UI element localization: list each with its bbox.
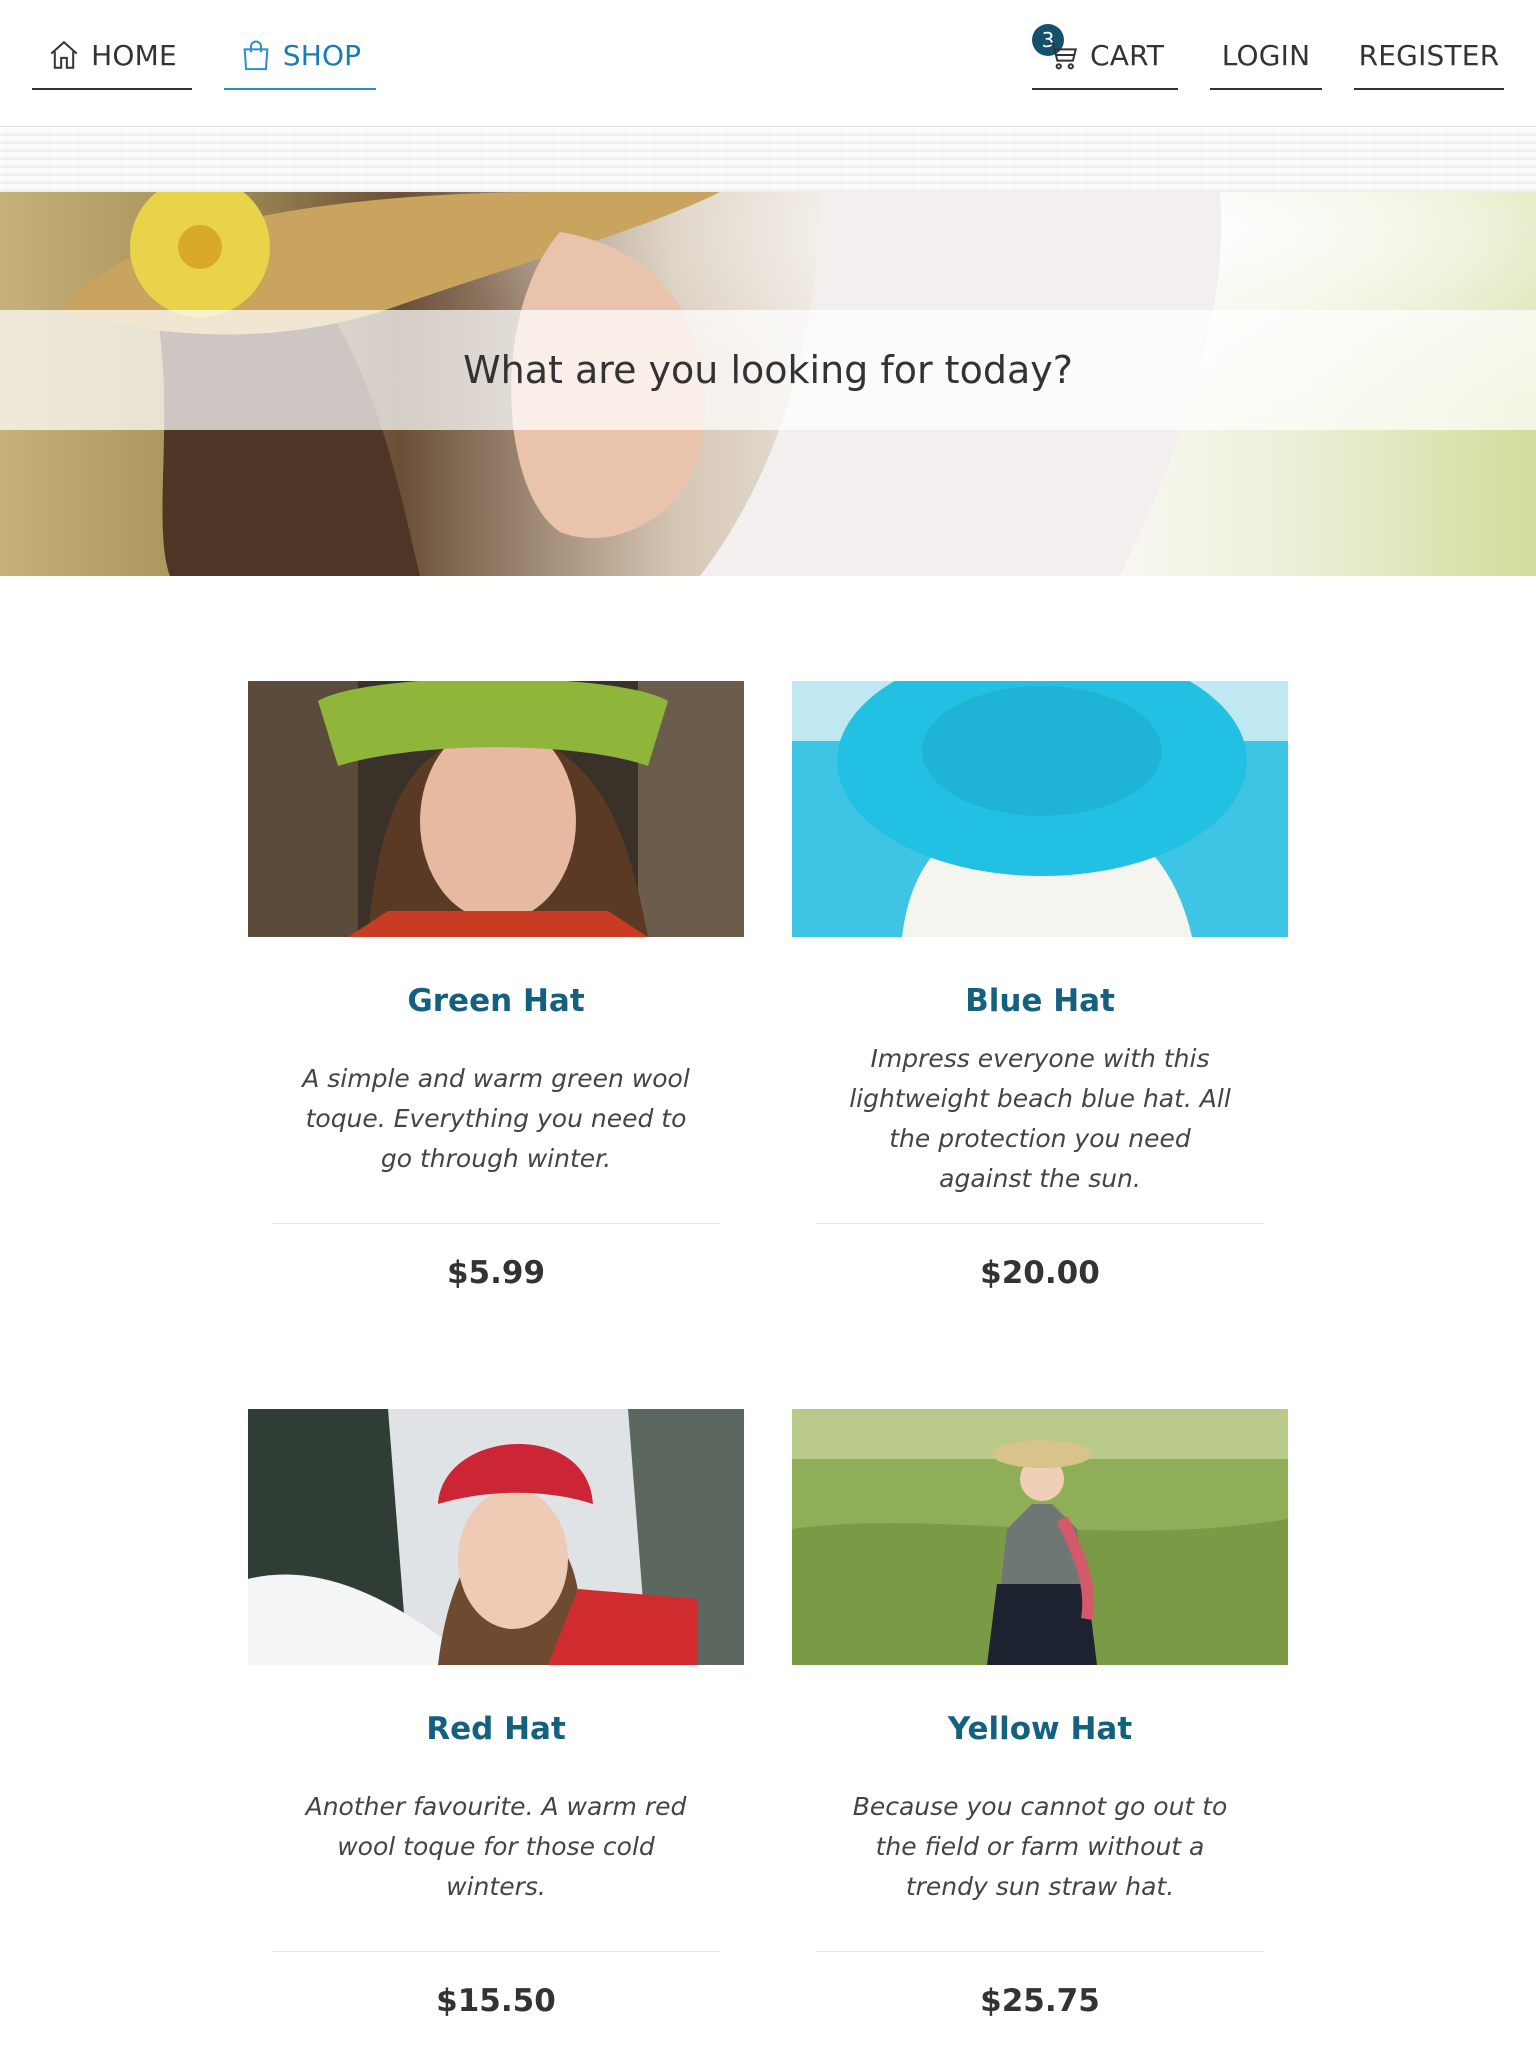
hero-title-band: What are you looking for today? — [0, 310, 1536, 430]
product-image[interactable] — [248, 681, 744, 937]
product-description: Another favourite. A warm red wool toque… — [305, 1792, 687, 1901]
hero-banner: What are you looking for today? — [0, 192, 1536, 576]
product-price: $25.75 — [980, 1983, 1100, 2019]
nav-cart-link[interactable]: CART — [1032, 22, 1178, 90]
nav-register-link[interactable]: REGISTER — [1354, 22, 1504, 90]
nav-login-link[interactable]: LOGIN — [1210, 22, 1322, 90]
nav-cart-label: CART — [1089, 38, 1165, 72]
top-nav: HOME SHOP 3 CART LOGIN REGISTER — [0, 0, 1536, 127]
product-price: $15.50 — [436, 1983, 556, 2019]
hero-title: What are you looking for today? — [463, 348, 1073, 392]
product-description: A simple and warm green wool toque. Ever… — [302, 1064, 690, 1173]
product-price: $20.00 — [980, 1255, 1100, 1291]
divider — [272, 1951, 720, 1952]
nav-login-label: LOGIN — [1221, 38, 1311, 72]
cart-icon — [1046, 38, 1080, 72]
product-name[interactable]: Green Hat — [248, 983, 744, 1019]
divider — [816, 1223, 1264, 1224]
product-image[interactable] — [792, 1409, 1288, 1665]
product-description: Because you cannot go out to the field o… — [852, 1792, 1228, 1901]
product-name[interactable]: Blue Hat — [792, 983, 1288, 1019]
product-description: Impress everyone with this lightweight b… — [849, 1044, 1231, 1193]
nav-shop-label: SHOP — [282, 38, 362, 72]
divider — [816, 1951, 1264, 1952]
decorative-pattern-strip — [0, 128, 1536, 192]
nav-register-label: REGISTER — [1358, 38, 1500, 72]
nav-home-label: HOME — [91, 38, 177, 72]
product-image[interactable] — [792, 681, 1288, 937]
divider — [272, 1223, 720, 1224]
product-price: $5.99 — [446, 1255, 546, 1291]
nav-home-link[interactable]: HOME — [32, 22, 192, 90]
product-name[interactable]: Red Hat — [248, 1711, 744, 1747]
shopping-bag-icon — [239, 38, 273, 72]
product-name[interactable]: Yellow Hat — [792, 1711, 1288, 1747]
product-image[interactable] — [248, 1409, 744, 1665]
home-icon — [47, 38, 81, 72]
nav-shop-link[interactable]: SHOP — [224, 22, 376, 90]
